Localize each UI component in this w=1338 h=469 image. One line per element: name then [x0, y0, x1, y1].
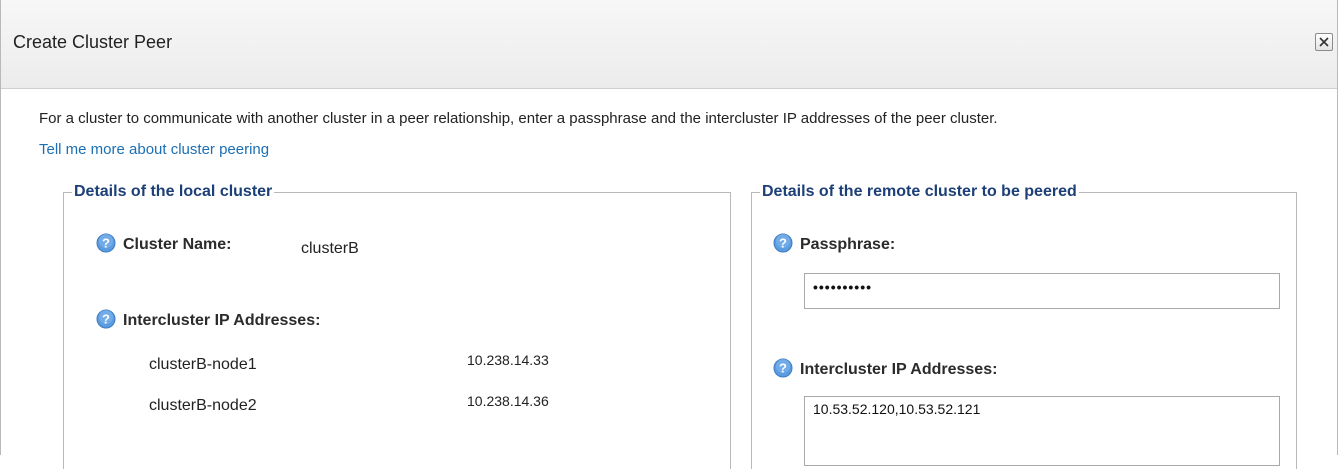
node-ip: 10.238.14.36	[467, 393, 549, 409]
help-icon[interactable]: ?	[773, 233, 793, 253]
intro-text: For a cluster to communicate with anothe…	[39, 110, 998, 127]
remote-intercluster-ip-textarea[interactable]: 10.53.52.120,10.53.52.121	[804, 396, 1280, 466]
passphrase-input[interactable]: ••••••••••	[804, 273, 1280, 309]
dialog-titlebar: Create Cluster Peer	[1, 0, 1337, 89]
cluster-peering-help-link[interactable]: Tell me more about cluster peering	[39, 141, 269, 158]
cluster-name-label: Cluster Name:	[123, 236, 232, 253]
svg-text:?: ?	[779, 236, 787, 251]
svg-text:?: ?	[102, 236, 110, 251]
dialog-title: Create Cluster Peer	[13, 32, 173, 52]
node-name: clusterB-node1	[149, 356, 257, 373]
help-icon[interactable]: ?	[773, 358, 793, 378]
local-cluster-legend: Details of the local cluster	[74, 183, 273, 200]
close-button[interactable]	[1315, 33, 1333, 51]
remote-cluster-legend: Details of the remote cluster to be peer…	[762, 183, 1077, 200]
passphrase-label: Passphrase:	[800, 236, 896, 253]
svg-text:?: ?	[779, 361, 787, 376]
help-icon[interactable]: ?	[96, 309, 116, 329]
node-name: clusterB-node2	[149, 397, 257, 414]
cluster-name-value: clusterB	[301, 240, 359, 257]
close-icon	[1319, 37, 1329, 47]
remote-intercluster-ip-label: Intercluster IP Addresses:	[800, 361, 998, 378]
create-cluster-peer-dialog: Create Cluster Peer For a cluster to com…	[0, 0, 1338, 469]
node-ip: 10.238.14.33	[467, 352, 549, 368]
local-intercluster-ip-label: Intercluster IP Addresses:	[123, 312, 321, 329]
help-icon[interactable]: ?	[96, 233, 116, 253]
svg-text:?: ?	[102, 312, 110, 327]
